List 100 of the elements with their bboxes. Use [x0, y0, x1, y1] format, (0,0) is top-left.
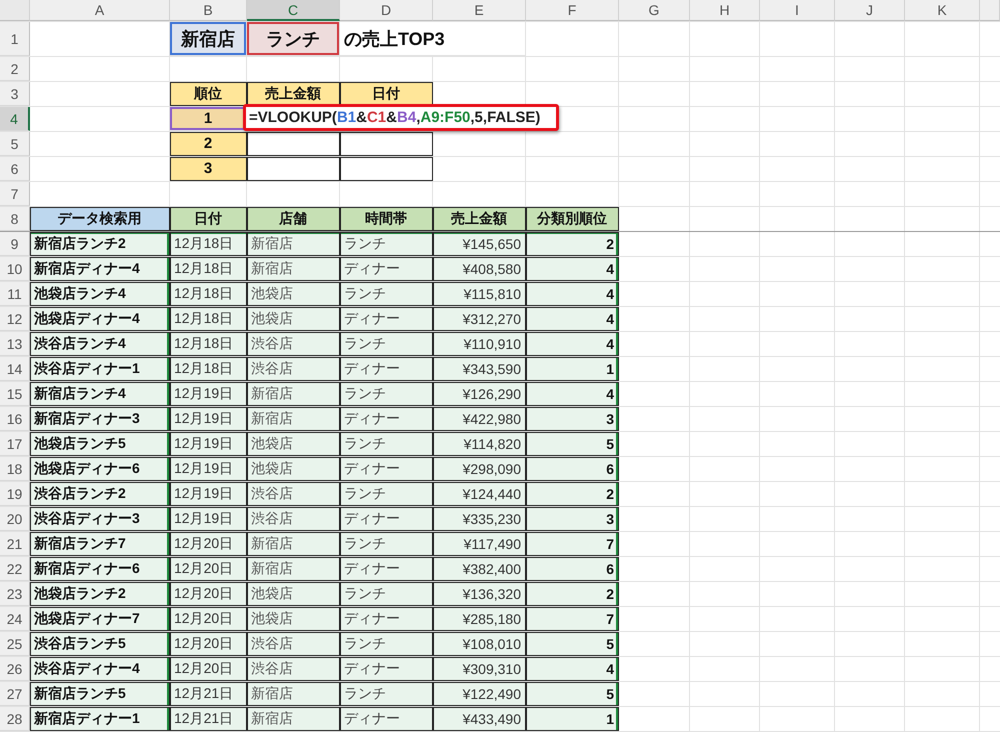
table-cell: 渋谷店: [247, 332, 340, 356]
table-cell: 新宿店ランチ5: [30, 682, 170, 706]
table-cell: 渋谷店ディナー3: [30, 507, 170, 531]
formula-part: ,: [416, 109, 420, 126]
table-cell: ランチ: [340, 282, 433, 306]
row-header[interactable]: 20: [0, 507, 30, 531]
table-cell: ¥285,180: [433, 607, 526, 631]
row-header[interactable]: 25: [0, 632, 30, 656]
table-cell: ディナー: [340, 607, 433, 631]
table-cell: 4: [526, 332, 619, 356]
table-cell: 12月18日: [170, 357, 247, 381]
timeslot-cell: ランチ: [247, 22, 340, 56]
table-cell: 12月21日: [170, 707, 247, 731]
table-cell: 新宿店: [247, 257, 340, 281]
row-header[interactable]: 16: [0, 407, 30, 431]
table-cell: 新宿店: [247, 232, 340, 256]
table-cell: 4: [526, 282, 619, 306]
column-header[interactable]: K: [905, 0, 980, 21]
table-cell: ディナー: [340, 257, 433, 281]
table-cell: 池袋店: [247, 582, 340, 606]
row-header[interactable]: 4: [0, 107, 30, 131]
table-cell: ディナー: [340, 307, 433, 331]
row-header[interactable]: 23: [0, 582, 30, 606]
table-cell: 池袋店ランチ4: [30, 282, 170, 306]
row-header[interactable]: 15: [0, 382, 30, 406]
row-header[interactable]: 8: [0, 207, 30, 231]
rank-cell[interactable]: 3: [170, 157, 247, 181]
row-header[interactable]: 17: [0, 432, 30, 456]
row-header[interactable]: 18: [0, 457, 30, 481]
table-cell: ランチ: [340, 682, 433, 706]
row-header[interactable]: 10: [0, 257, 30, 281]
row-header[interactable]: 27: [0, 682, 30, 706]
row-header[interactable]: 5: [0, 132, 30, 156]
table-cell: 1: [526, 707, 619, 731]
column-header[interactable]: B: [170, 0, 247, 21]
row-header[interactable]: 12: [0, 307, 30, 331]
row-header[interactable]: 13: [0, 332, 30, 356]
column-header[interactable]: E: [433, 0, 526, 21]
store-name-cell: 新宿店: [170, 22, 247, 56]
table-cell: 12月18日: [170, 257, 247, 281]
formula-part: ,5,FALSE): [470, 109, 540, 126]
table-cell: 新宿店ランチ7: [30, 532, 170, 556]
column-header[interactable]: D: [340, 0, 433, 21]
table-cell: 7: [526, 607, 619, 631]
column-header[interactable]: I: [760, 0, 835, 21]
row-header[interactable]: 28: [0, 707, 30, 731]
row-header[interactable]: 21: [0, 532, 30, 556]
table-cell: 2: [526, 232, 619, 256]
table-cell: 渋谷店ランチ5: [30, 632, 170, 656]
row-header[interactable]: 19: [0, 482, 30, 506]
column-heading: データ検索用: [30, 207, 170, 231]
table-cell: 新宿店: [247, 682, 340, 706]
table-cell: ¥312,270: [433, 307, 526, 331]
column-heading: 日付: [170, 207, 247, 231]
table-cell: 渋谷店: [247, 507, 340, 531]
table-cell: 3: [526, 407, 619, 431]
table-cell: 渋谷店ランチ4: [30, 332, 170, 356]
table-cell: 12月18日: [170, 232, 247, 256]
table-cell: 新宿店: [247, 557, 340, 581]
table-cell: 12月20日: [170, 532, 247, 556]
table-cell: ランチ: [340, 232, 433, 256]
table-cell: ディナー: [340, 707, 433, 731]
column-header[interactable]: J: [835, 0, 905, 21]
select-all-corner[interactable]: [0, 0, 30, 21]
row-header[interactable]: 2: [0, 57, 30, 81]
table-cell: 12月19日: [170, 457, 247, 481]
table-cell: ¥114,820: [433, 432, 526, 456]
table-cell: ランチ: [340, 332, 433, 356]
table-cell: 新宿店ディナー3: [30, 407, 170, 431]
column-heading: 店舗: [247, 207, 340, 231]
row-header[interactable]: 11: [0, 282, 30, 306]
column-header[interactable]: F: [526, 0, 619, 21]
table-cell: ¥115,810: [433, 282, 526, 306]
row-header[interactable]: 22: [0, 557, 30, 581]
table-cell: 池袋店: [247, 307, 340, 331]
table-cell: 4: [526, 382, 619, 406]
column-header[interactable]: H: [690, 0, 760, 21]
table-cell: 池袋店ディナー7: [30, 607, 170, 631]
table-cell: 池袋店ディナー4: [30, 307, 170, 331]
column-header[interactable]: A: [30, 0, 170, 21]
table-cell: ¥126,290: [433, 382, 526, 406]
row-header[interactable]: 24: [0, 607, 30, 631]
column-header[interactable]: [980, 0, 1000, 21]
row-header[interactable]: 3: [0, 82, 30, 106]
table-cell: 新宿店: [247, 407, 340, 431]
row-header[interactable]: 26: [0, 657, 30, 681]
row-header[interactable]: 7: [0, 182, 30, 206]
table-cell: 12月19日: [170, 482, 247, 506]
table-cell: 2: [526, 582, 619, 606]
row-header[interactable]: 14: [0, 357, 30, 381]
column-header[interactable]: C: [247, 0, 340, 21]
table-cell: ¥382,400: [433, 557, 526, 581]
table-cell: ¥309,310: [433, 657, 526, 681]
row-header[interactable]: 6: [0, 157, 30, 181]
column-header[interactable]: G: [619, 0, 690, 21]
row-header[interactable]: 9: [0, 232, 30, 256]
rank-cell[interactable]: 1: [170, 107, 247, 131]
row-header[interactable]: 1: [0, 22, 30, 56]
rank-cell[interactable]: 2: [170, 132, 247, 156]
table-cell: 12月19日: [170, 382, 247, 406]
